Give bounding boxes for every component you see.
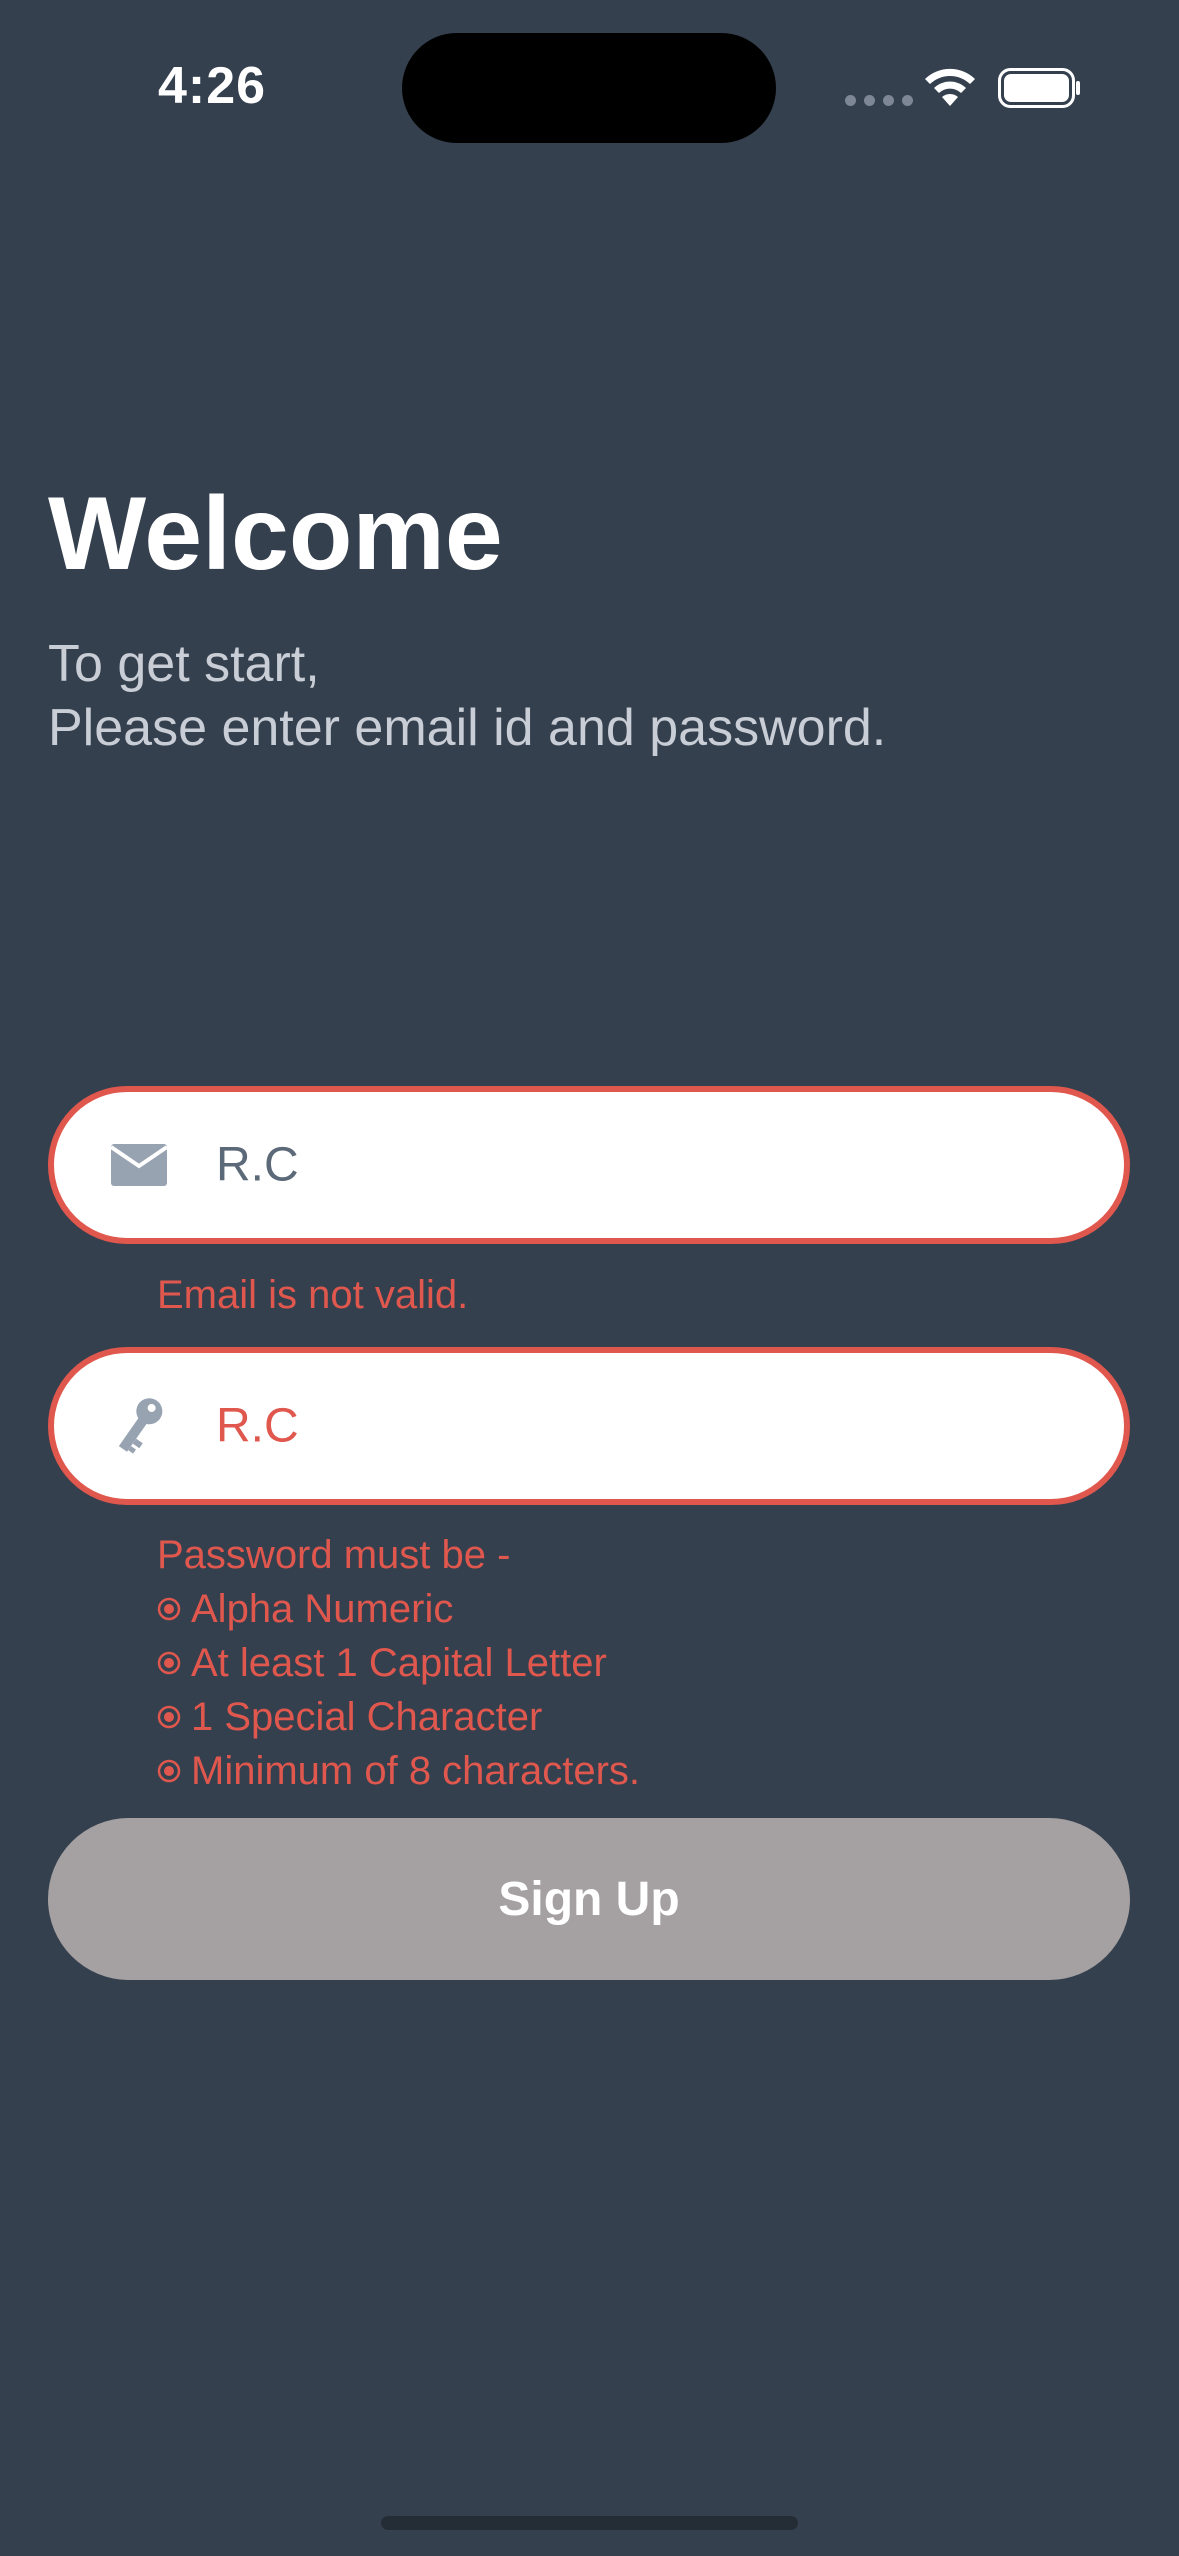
password-rule-label: At least 1 Capital Letter [191,1641,607,1685]
subtitle-line-2: Please enter email id and password. [48,699,887,757]
password-rule-label: Minimum of 8 characters. [191,1749,641,1793]
dynamic-island [402,33,776,143]
home-indicator[interactable] [381,2516,798,2530]
status-time: 4:26 [158,57,267,115]
subtitle: To get start, Please enter email id and … [48,632,886,760]
cellular-signal-icon [845,95,913,106]
radio-bullet-icon [157,1759,181,1783]
subtitle-line-1: To get start, [48,635,320,693]
radio-bullet-icon [157,1651,181,1675]
sign-up-button[interactable]: Sign Up [48,1818,1130,1980]
password-error-message: Password must be - Alpha Numeric At leas… [157,1528,640,1798]
page-title: Welcome [48,476,503,592]
password-rule: At least 1 Capital Letter [157,1636,640,1690]
password-rule: Alpha Numeric [157,1582,640,1636]
password-rule-label: 1 Special Character [191,1695,543,1739]
key-icon [109,1396,169,1456]
password-rule: 1 Special Character [157,1690,640,1744]
email-input-value[interactable]: R.C [216,1138,299,1193]
radio-bullet-icon [157,1597,181,1621]
wifi-icon [925,68,975,106]
password-field[interactable]: R.C [48,1347,1130,1505]
password-error-heading: Password must be - [157,1533,511,1577]
password-input-value[interactable]: R.C [216,1399,299,1454]
radio-bullet-icon [157,1705,181,1729]
email-field[interactable]: R.C [48,1086,1130,1244]
envelope-icon [109,1135,169,1195]
email-error-message: Email is not valid. [157,1273,469,1317]
password-rule-label: Alpha Numeric [191,1587,454,1631]
battery-icon [998,68,1080,108]
password-rule: Minimum of 8 characters. [157,1744,640,1798]
